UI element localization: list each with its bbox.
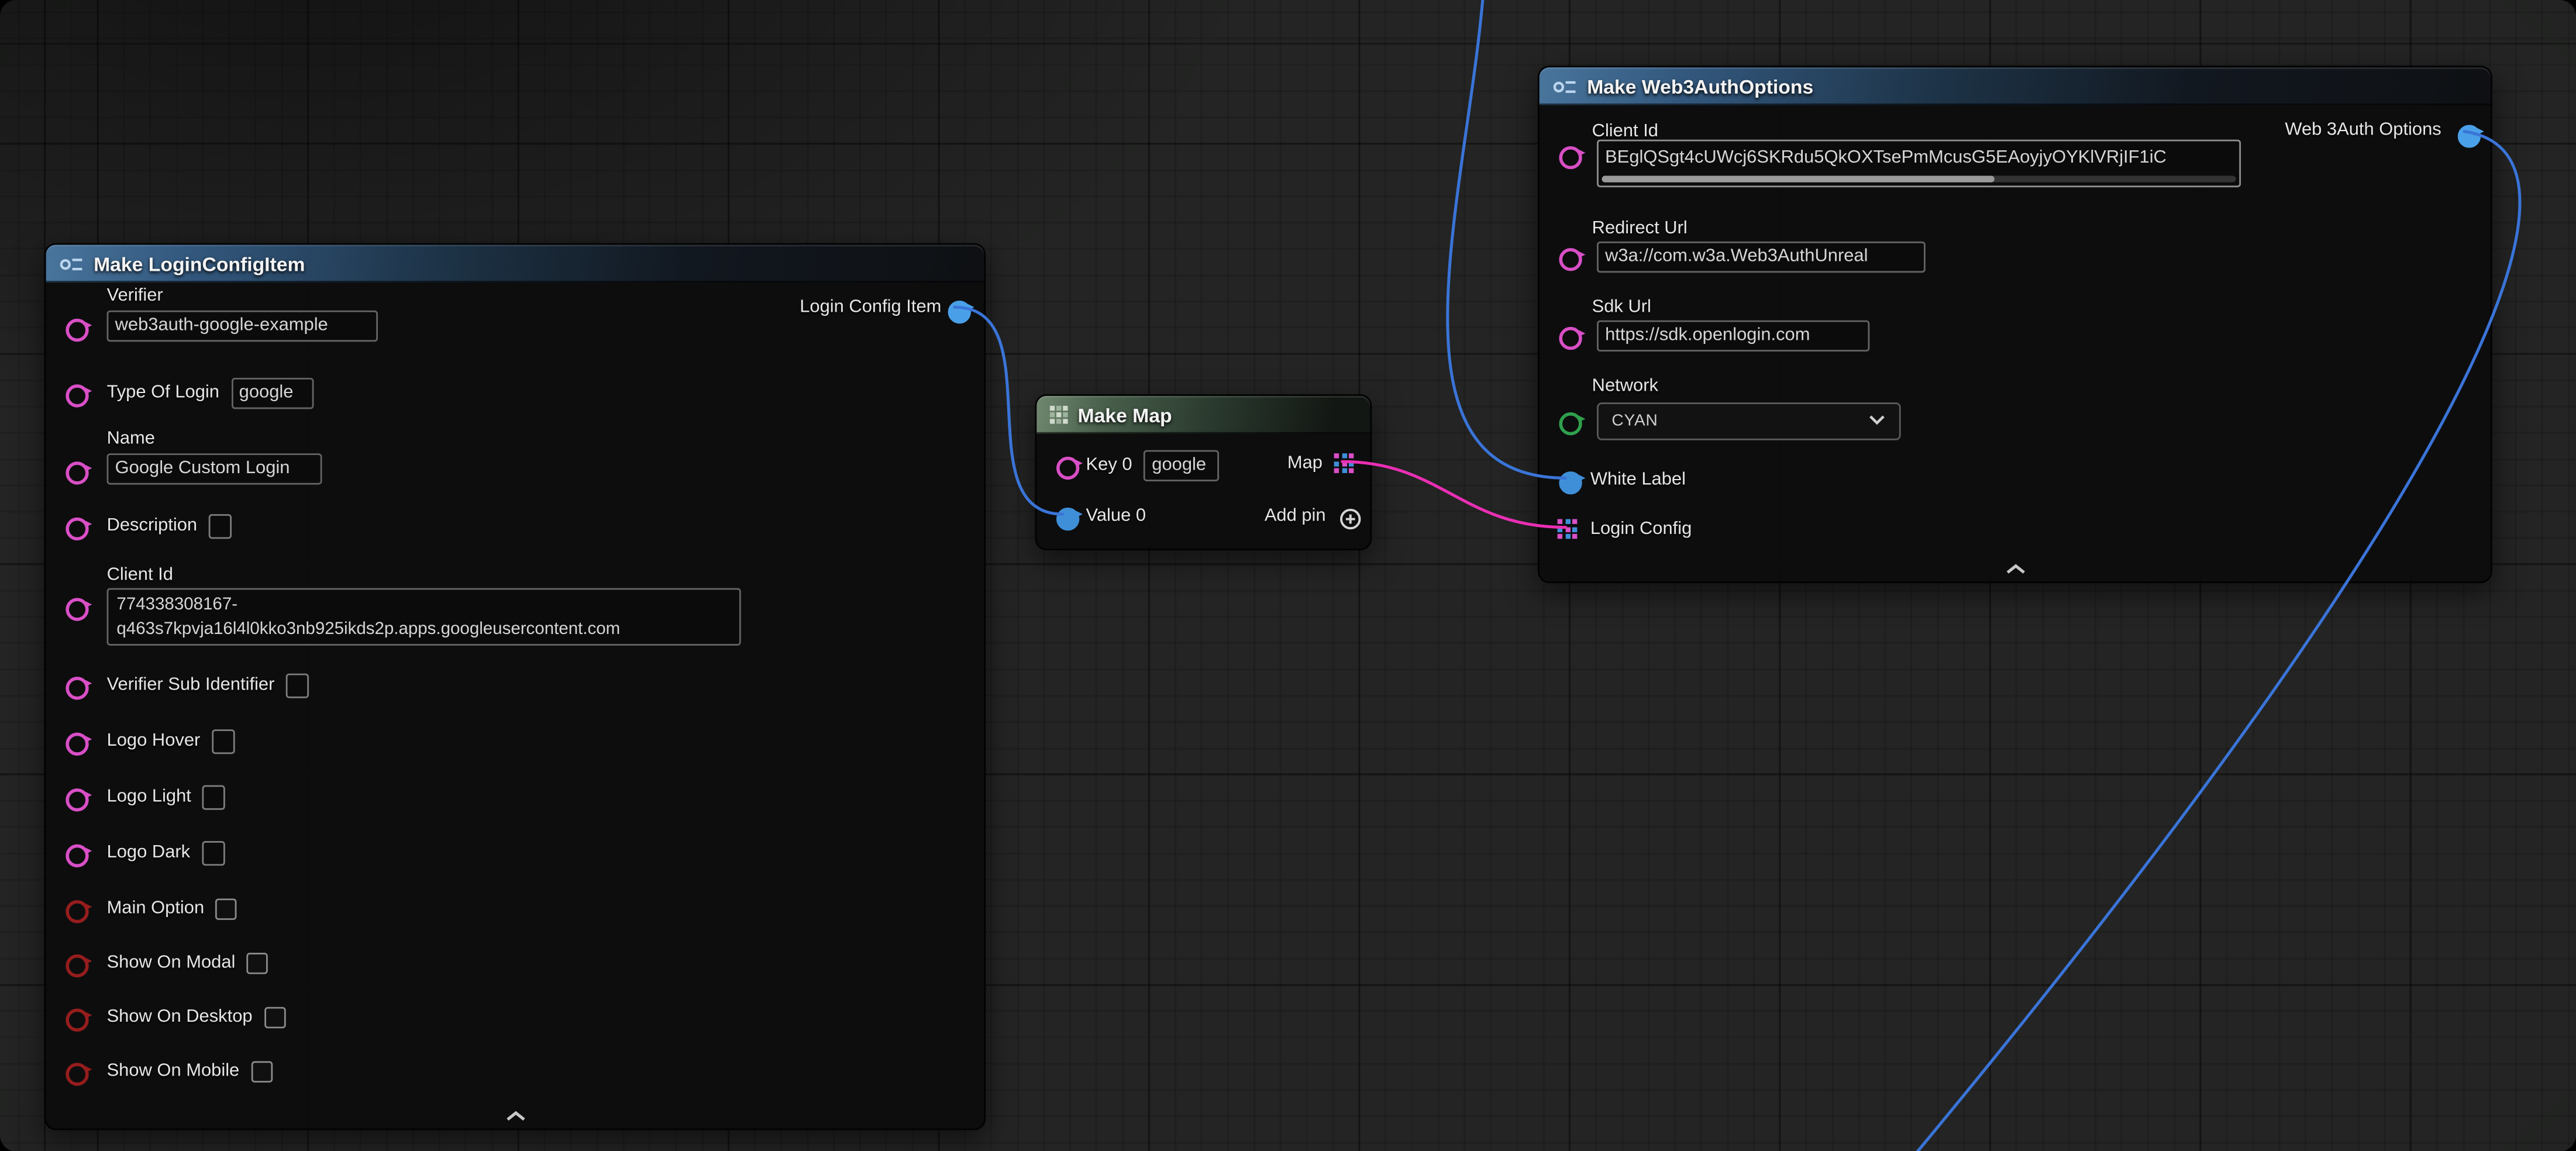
logo-dark-label: Logo Dark — [107, 843, 191, 863]
description-pin[interactable] — [66, 518, 92, 534]
add-pin-button[interactable] — [1339, 508, 1362, 530]
logo-light-label: Logo Light — [107, 787, 191, 807]
verifier-label: Verifier — [107, 286, 163, 308]
main-option-pin[interactable] — [66, 900, 92, 916]
client-id-pin[interactable] — [66, 598, 92, 614]
add-pin-label: Add pin — [1265, 506, 1326, 526]
node-header-make-loginconfigitem[interactable]: Make LoginConfigItem — [46, 244, 984, 282]
description-label: Description — [107, 516, 198, 536]
collapse-node-button[interactable] — [504, 1111, 526, 1122]
node-header-make-map[interactable]: Make Map — [1036, 396, 1370, 434]
white-label-label: White Label — [1590, 470, 1686, 490]
verifier-input[interactable]: web3auth-google-example — [107, 311, 378, 342]
logo-dark-pin[interactable] — [66, 845, 92, 861]
make-struct-icon — [1552, 77, 1577, 97]
plus-circle-icon — [1339, 509, 1362, 537]
client-id-label: Client Id — [107, 565, 173, 587]
network-pin[interactable] — [1559, 412, 1585, 429]
show-on-mobile-label: Show On Mobile — [107, 1061, 240, 1081]
network-label: Network — [1592, 376, 1658, 398]
node-make-web3authoptions[interactable]: Make Web3AuthOptions Web 3Auth Options C… — [1538, 66, 2492, 583]
description-input[interactable] — [209, 514, 232, 538]
verifier-sub-identifier-pin[interactable] — [66, 677, 92, 693]
web3auth-options-output-pin[interactable] — [2458, 125, 2484, 141]
login-config-item-output-pin[interactable] — [948, 301, 974, 317]
login-config-pin[interactable] — [1558, 519, 1578, 539]
output-label-login-config-item: Login Config Item — [800, 297, 941, 317]
logo-dark-input[interactable] — [202, 840, 225, 865]
verifier-sub-identifier-input[interactable] — [286, 673, 309, 697]
show-on-modal-label: Show On Modal — [107, 953, 236, 973]
map-output-label: Map — [1287, 453, 1323, 473]
show-on-desktop-label: Show On Desktop — [107, 1007, 253, 1027]
map-output-pin[interactable] — [1334, 453, 1354, 473]
show-on-modal-checkbox[interactable] — [247, 952, 268, 974]
main-option-checkbox[interactable] — [216, 898, 237, 919]
collapse-node-button[interactable] — [2005, 563, 2026, 575]
network-selected-value: CYAN — [1611, 412, 1658, 430]
node-make-map[interactable]: Make Map Key 0 google Map Value 0 Add pi… — [1035, 394, 1372, 550]
blueprint-graph-canvas[interactable]: Make LoginConfigItem Login Config Item V… — [0, 0, 2576, 1151]
show-on-mobile-pin[interactable] — [66, 1063, 92, 1079]
show-on-mobile-checkbox[interactable] — [251, 1060, 273, 1082]
verifier-sub-identifier-label: Verifier Sub Identifier — [107, 675, 275, 695]
verifier-pin[interactable] — [66, 319, 92, 335]
type-of-login-pin[interactable] — [66, 384, 92, 401]
sdk-url-input[interactable]: https://sdk.openlogin.com — [1597, 321, 1869, 351]
scrollbar-thumb[interactable] — [1602, 176, 1995, 182]
redirect-url-label: Redirect Url — [1592, 219, 1688, 240]
network-dropdown[interactable]: CYAN — [1597, 402, 1901, 440]
logo-hover-label: Logo Hover — [107, 731, 201, 751]
sdk-url-label: Sdk Url — [1592, 297, 1651, 319]
show-on-desktop-pin[interactable] — [66, 1009, 92, 1025]
type-of-login-input[interactable]: google — [231, 377, 313, 408]
show-on-modal-pin[interactable] — [66, 954, 92, 971]
key-0-pin[interactable] — [1056, 457, 1083, 473]
node-make-loginconfigitem[interactable]: Make LoginConfigItem Login Config Item V… — [44, 243, 986, 1131]
name-label: Name — [107, 429, 155, 450]
main-option-label: Main Option — [107, 898, 205, 918]
key-0-input[interactable]: google — [1144, 449, 1219, 480]
client-id-input[interactable]: BEglQSgt4cUWcj6SKRdu5QkOXTsePmMcusG5EAoy… — [1597, 140, 2241, 187]
logo-hover-input[interactable] — [212, 729, 235, 753]
key-0-label: Key 0 — [1086, 455, 1132, 475]
show-on-desktop-checkbox[interactable] — [264, 1006, 285, 1028]
login-config-label: Login Config — [1590, 519, 1692, 539]
client-id-pin[interactable] — [1559, 146, 1585, 163]
sdk-url-pin[interactable] — [1559, 327, 1585, 343]
white-label-pin[interactable] — [1559, 471, 1585, 488]
map-icon — [1050, 406, 1068, 424]
chevron-up-icon — [2005, 555, 2026, 580]
node-header-make-web3authoptions[interactable]: Make Web3AuthOptions — [1540, 67, 2491, 105]
name-pin[interactable] — [66, 461, 92, 478]
horizontal-scrollbar[interactable] — [1602, 176, 2236, 182]
chevron-up-icon — [504, 1102, 526, 1127]
node-title: Make Web3AuthOptions — [1587, 75, 1813, 98]
make-struct-icon — [59, 254, 84, 274]
logo-light-input[interactable] — [203, 784, 226, 809]
redirect-url-input[interactable]: w3a://com.w3a.Web3AuthUnreal — [1597, 242, 1926, 273]
redirect-url-pin[interactable] — [1559, 248, 1585, 264]
logo-light-pin[interactable] — [66, 788, 92, 805]
node-title: Make Map — [1078, 404, 1172, 426]
chevron-down-icon — [1868, 412, 1886, 430]
value-0-label: Value 0 — [1086, 506, 1146, 526]
client-id-input[interactable]: 774338308167-q463s7kpvja16l4l0kko3nb925i… — [107, 588, 741, 646]
node-title: Make LoginConfigItem — [94, 252, 305, 275]
name-input[interactable]: Google Custom Login — [107, 453, 322, 484]
logo-hover-pin[interactable] — [66, 733, 92, 749]
client-id-text: BEglQSgt4cUWcj6SKRdu5QkOXTsePmMcusG5EAoy… — [1605, 148, 2167, 168]
type-of-login-label: Type Of Login — [107, 382, 219, 402]
output-label-web3auth-options: Web 3Auth Options — [2285, 120, 2441, 140]
value-0-pin[interactable] — [1056, 508, 1083, 524]
